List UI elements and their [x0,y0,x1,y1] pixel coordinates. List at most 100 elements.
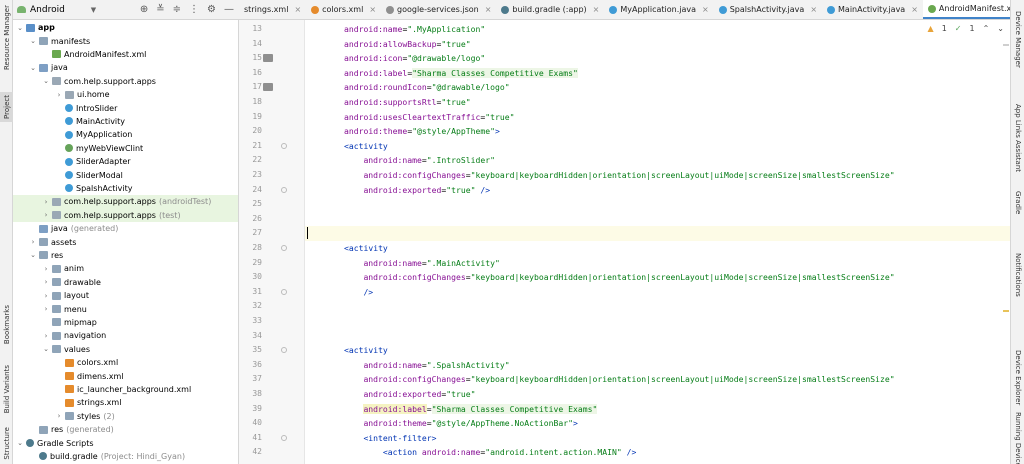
code-line[interactable]: android:usesCleartextTraffic="true" [305,110,1010,125]
image-preview-icon[interactable] [263,54,273,63]
code-line[interactable]: android:theme="@style/AppTheme.NoActionB… [305,416,1010,431]
tool-window-device-manager[interactable]: Device Manager [1011,4,1024,74]
chevron-down-icon[interactable]: ⌄ [16,439,24,447]
tool-window-device-explorer[interactable]: Device Explorer [1011,345,1024,410]
tree-item[interactable]: › navigation [13,329,238,342]
tree-item[interactable]: › assets [13,235,238,248]
close-icon[interactable]: × [369,5,376,14]
tree-item[interactable]: SliderModal [13,168,238,181]
fold-marker-icon[interactable] [281,434,287,441]
tab-mainactivity-java[interactable]: MainActivity.java × [822,0,923,19]
chevron-right-icon[interactable]: › [29,238,37,246]
chevron-down-icon[interactable]: ⌄ [42,77,50,85]
collapse-all-icon[interactable]: ≚ [156,4,164,15]
tree-item[interactable]: ⌄ manifests [13,34,238,47]
fold-marker-icon[interactable] [281,186,287,193]
chevron-right-icon[interactable]: › [42,332,50,340]
code-line[interactable]: android:theme="@style/AppTheme"> [305,124,1010,139]
locate-icon[interactable]: ⊕ [140,4,148,15]
tree-item[interactable]: › ui.home [13,88,238,101]
code-line[interactable] [305,314,1010,329]
tree-item[interactable]: ⌄ values [13,343,238,356]
tab-colors-xml[interactable]: colors.xml × [306,0,381,19]
tree-item[interactable]: › anim [13,262,238,275]
tool-window-structure[interactable]: Structure [0,425,13,461]
tree-item[interactable]: IntroSlider [13,101,238,114]
gear-icon[interactable]: ⚙ [207,4,216,15]
inspection-widget[interactable]: ▲ 1 ✓ 1 ⌃ ⌄ [928,24,1004,33]
code-area[interactable]: android:name=".MyApplication" android:all… [305,20,1010,464]
tool-window-notifications[interactable]: Notifications [1011,245,1024,305]
code-line[interactable]: android:configChanges="keyboard|keyboard… [305,168,1010,183]
tree-item[interactable]: SpalshActivity [13,182,238,195]
tab-strings-xml[interactable]: strings.xml × [239,0,306,19]
code-line[interactable]: android:configChanges="keyboard|keyboard… [305,372,1010,387]
tree-item[interactable]: java (generated) [13,222,238,235]
chevron-down-icon[interactable]: ⌄ [16,24,24,32]
tree-item[interactable]: ic_launcher_background.xml [13,383,238,396]
code-line[interactable]: android:exported="true" /> [305,183,1010,198]
tab-androidmanifest-xml[interactable]: AndroidManifest.xml× [922,0,1024,19]
fold-marker-icon[interactable] [281,288,287,295]
image-preview-icon[interactable] [263,83,273,92]
tree-item[interactable]: MyApplication [13,128,238,141]
tree-item[interactable]: › com.help.support.apps (androidTest) [13,195,238,209]
code-line[interactable]: android:configChanges="keyboard|keyboard… [305,270,1010,285]
chevron-right-icon[interactable]: › [55,412,63,420]
code-line[interactable]: android:name=".MainActivity" [305,256,1010,271]
code-line[interactable] [305,212,1010,227]
code-line[interactable]: <intent-filter> [305,431,1010,446]
chevron-down-icon[interactable]: ⌄ [997,24,1004,33]
code-line[interactable]: android:allowBackup="true" [305,37,1010,52]
chevron-right-icon[interactable]: › [55,91,63,99]
code-line[interactable]: android:label="Sharma Classes Competitiv… [305,402,1010,417]
code-line[interactable]: android:name=".SpalshActivity" [305,358,1010,373]
tool-window-app-links-assistant[interactable]: App Links Assistant [1011,95,1024,180]
chevron-right-icon[interactable]: › [42,305,50,313]
tree-item[interactable]: › com.help.support.apps (test) [13,208,238,222]
code-editor[interactable]: 13 14 15 16 17 18 19 20 21 22 23 24 25 26 27 28 29 30 31 32… [239,20,1010,464]
close-icon[interactable]: × [911,5,918,14]
tree-item[interactable]: ⌄ res [13,249,238,262]
tool-window-project[interactable]: Project [0,92,13,122]
code-line[interactable]: <action android:name="android.intent.act… [305,445,1010,460]
tool-window-running-devices[interactable]: Running Devices [1011,412,1024,464]
tree-item[interactable]: › drawable [13,276,238,289]
code-line[interactable] [305,329,1010,344]
scrollbar-markers[interactable] [1002,40,1010,460]
tree-item[interactable]: ⌄ com.help.support.apps [13,75,238,88]
tab-spalshactivity-java[interactable]: SpalshActivity.java × [714,0,822,19]
tree-item[interactable]: myWebViewClint [13,142,238,155]
code-line[interactable] [305,226,1010,241]
chevron-right-icon[interactable]: › [42,292,50,300]
chevron-down-icon[interactable]: ⌄ [29,64,37,72]
chevron-up-icon[interactable]: ⌃ [983,24,990,33]
tree-item[interactable]: mipmap [13,316,238,329]
project-view-selector[interactable]: Android ▼ [17,5,96,15]
tree-item[interactable]: ⌄ app [13,21,238,34]
tab-build-gradle-app-[interactable]: build.gradle (:app) × [496,0,604,19]
chevron-right-icon[interactable]: › [42,278,50,286]
tree-item[interactable]: SliderAdapter [13,155,238,168]
fold-marker-icon[interactable] [281,142,287,149]
tree-item[interactable]: build.gradle (Project: Hindi_Gyan) [13,450,238,463]
tree-item[interactable]: AndroidManifest.xml [13,48,238,61]
tree-item[interactable]: › layout [13,289,238,302]
tree-item[interactable]: strings.xml [13,396,238,409]
chevron-right-icon[interactable]: › [42,211,50,219]
code-line[interactable]: android:exported="true" [305,387,1010,402]
close-icon[interactable]: × [593,5,600,14]
tree-item[interactable]: res (generated) [13,423,238,436]
more-options-icon[interactable]: ⋮ [189,4,199,15]
chevron-down-icon[interactable]: ⌄ [42,345,50,353]
code-line[interactable]: /> [305,285,1010,300]
code-line[interactable]: <activity [305,343,1010,358]
code-line[interactable]: <activity [305,241,1010,256]
close-icon[interactable]: × [294,5,301,14]
close-icon[interactable]: × [702,5,709,14]
code-line[interactable]: android:name=".MyApplication" [305,22,1010,37]
tool-window-bookmarks[interactable]: Bookmarks [0,300,13,350]
code-line[interactable]: android:name=".IntroSlider" [305,153,1010,168]
tree-item[interactable]: › styles (2) [13,410,238,423]
close-icon[interactable]: × [485,5,492,14]
